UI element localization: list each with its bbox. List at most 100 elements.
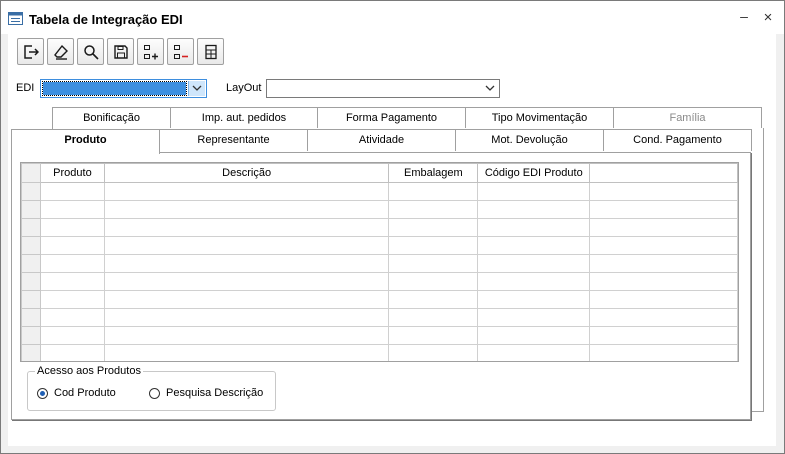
grid-cell[interactable] xyxy=(477,272,591,291)
table-row[interactable] xyxy=(21,308,738,327)
radio-pesquisa-descricao-label[interactable]: Pesquisa Descrição xyxy=(166,387,263,399)
column-header-codigo-edi-produto[interactable]: Código EDI Produto xyxy=(477,163,591,183)
grid-cell[interactable] xyxy=(103,272,390,291)
grid-cell[interactable] xyxy=(589,200,738,219)
grid-cell[interactable] xyxy=(388,200,479,219)
grid-cell[interactable] xyxy=(39,326,105,345)
tab-representante[interactable]: Representante xyxy=(159,129,308,151)
grid-cell[interactable] xyxy=(39,344,105,361)
grid-cell[interactable] xyxy=(388,254,479,273)
grid-cell[interactable] xyxy=(388,272,479,291)
grid-cell[interactable] xyxy=(39,200,105,219)
grid-cell[interactable] xyxy=(589,272,738,291)
grid-cell[interactable] xyxy=(388,290,479,309)
layout-combo[interactable] xyxy=(266,79,500,98)
grid-cell[interactable] xyxy=(103,344,390,361)
grid-cell[interactable] xyxy=(388,218,479,237)
edi-combo[interactable] xyxy=(40,79,207,98)
grid-cell[interactable] xyxy=(39,290,105,309)
grid-cell[interactable] xyxy=(103,290,390,309)
radio-pesquisa-descricao[interactable] xyxy=(149,388,160,399)
grid-cell[interactable] xyxy=(589,308,738,327)
grid-cell[interactable] xyxy=(477,182,591,201)
radio-cod-produto-label[interactable]: Cod Produto xyxy=(54,387,116,399)
tab-forma-pagamento[interactable]: Forma Pagamento xyxy=(317,107,466,129)
grid-cell[interactable] xyxy=(477,290,591,309)
table-row[interactable] xyxy=(21,200,738,219)
grid-cell[interactable] xyxy=(103,182,390,201)
grid-cell[interactable] xyxy=(388,326,479,345)
close-button[interactable]: × xyxy=(760,10,776,26)
grid-cell[interactable] xyxy=(103,308,390,327)
grid-cell[interactable] xyxy=(589,218,738,237)
grid-cell[interactable] xyxy=(388,308,479,327)
grid-cell[interactable] xyxy=(103,200,390,219)
row-header-cell[interactable] xyxy=(21,200,41,219)
tab-imp-aut-pedidos[interactable]: Imp. aut. pedidos xyxy=(170,107,318,129)
grid-cell[interactable] xyxy=(39,218,105,237)
row-header-cell[interactable] xyxy=(21,344,41,361)
add-row-button[interactable] xyxy=(137,38,164,65)
grid-cell[interactable] xyxy=(39,272,105,291)
grid-cell[interactable] xyxy=(589,344,738,361)
table-row[interactable] xyxy=(21,236,738,255)
table-row[interactable] xyxy=(21,218,738,237)
row-header-cell[interactable] xyxy=(21,308,41,327)
grid-cell[interactable] xyxy=(589,254,738,273)
save-button[interactable] xyxy=(107,38,134,65)
grid-cell[interactable] xyxy=(589,290,738,309)
tab-tipo-movimentacao[interactable]: Tipo Movimentação xyxy=(465,107,614,129)
grid-cell[interactable] xyxy=(477,344,591,361)
grid-cell[interactable] xyxy=(103,236,390,255)
row-header-cell[interactable] xyxy=(21,326,41,345)
grid-cell[interactable] xyxy=(388,182,479,201)
grid-cell[interactable] xyxy=(477,200,591,219)
radio-cod-produto[interactable] xyxy=(37,388,48,399)
row-header-cell[interactable] xyxy=(21,182,41,201)
tab-mot-devolucao[interactable]: Mot. Devolução xyxy=(455,129,604,151)
grid-cell[interactable] xyxy=(388,344,479,361)
table-row[interactable] xyxy=(21,326,738,345)
minimize-button[interactable]: – xyxy=(736,8,752,24)
remove-row-button[interactable] xyxy=(167,38,194,65)
grid-cell[interactable] xyxy=(39,254,105,273)
column-header-embalagem[interactable]: Embalagem xyxy=(388,163,479,183)
grid-cell[interactable] xyxy=(388,236,479,255)
grid-cell[interactable] xyxy=(477,326,591,345)
grid-cell[interactable] xyxy=(477,308,591,327)
column-header-produto[interactable]: Produto xyxy=(39,163,105,183)
calculator-button[interactable] xyxy=(197,38,224,65)
grid-cell[interactable] xyxy=(477,218,591,237)
exit-button[interactable] xyxy=(17,38,44,65)
tab-familia[interactable]: Família xyxy=(613,107,762,129)
table-row[interactable] xyxy=(21,182,738,201)
grid-cell[interactable] xyxy=(39,236,105,255)
grid-cell[interactable] xyxy=(589,182,738,201)
grid-cell[interactable] xyxy=(39,182,105,201)
row-header-cell[interactable] xyxy=(21,236,41,255)
column-header-descricao[interactable]: Descrição xyxy=(103,163,390,183)
tab-bonificacao[interactable]: Bonificação xyxy=(52,107,171,129)
row-header-cell[interactable] xyxy=(21,290,41,309)
tab-produto[interactable]: Produto xyxy=(11,129,160,154)
grid-cell[interactable] xyxy=(39,308,105,327)
row-header-cell[interactable] xyxy=(21,272,41,291)
table-row[interactable] xyxy=(21,290,738,309)
grid-cell[interactable] xyxy=(477,236,591,255)
grid-cell[interactable] xyxy=(103,254,390,273)
table-row[interactable] xyxy=(21,254,738,273)
grid-cell[interactable] xyxy=(103,326,390,345)
table-row[interactable] xyxy=(21,344,738,361)
grid-cell[interactable] xyxy=(103,218,390,237)
search-button[interactable] xyxy=(77,38,104,65)
grid-cell[interactable] xyxy=(589,326,738,345)
row-header-cell[interactable] xyxy=(21,254,41,273)
clear-button[interactable] xyxy=(47,38,74,65)
grid-cell[interactable] xyxy=(477,254,591,273)
table-row[interactable] xyxy=(21,272,738,291)
row-header-cell[interactable] xyxy=(21,218,41,237)
tab-cond-pagamento[interactable]: Cond. Pagamento xyxy=(603,129,752,151)
grid-cell[interactable] xyxy=(589,236,738,255)
produtos-grid[interactable]: Produto Descrição Embalagem Código EDI P… xyxy=(20,162,739,362)
tab-atividade[interactable]: Atividade xyxy=(307,129,456,151)
